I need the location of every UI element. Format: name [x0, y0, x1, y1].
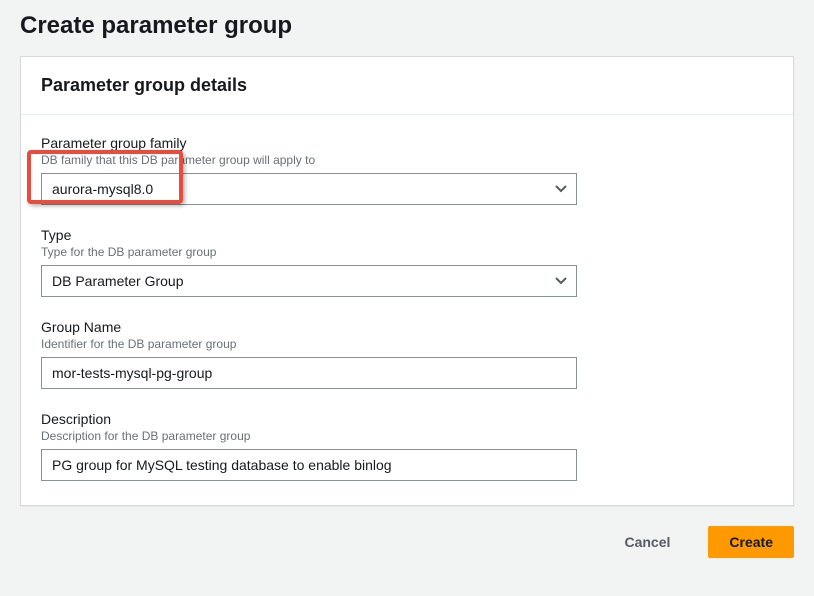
panel-body: Parameter group family DB family that th… [21, 115, 793, 505]
type-hint: Type for the DB parameter group [41, 245, 773, 259]
description-hint: Description for the DB parameter group [41, 429, 773, 443]
type-select[interactable]: DB Parameter Group [41, 265, 577, 297]
group-name-input[interactable] [41, 357, 577, 389]
family-hint: DB family that this DB parameter group w… [41, 153, 773, 167]
type-select-value: DB Parameter Group [52, 273, 184, 289]
description-input[interactable] [41, 449, 577, 481]
family-select-value: aurora-mysql8.0 [52, 181, 153, 197]
parameter-group-panel: Parameter group details Parameter group … [20, 56, 794, 506]
group-name-hint: Identifier for the DB parameter group [41, 337, 773, 351]
field-type: Type Type for the DB parameter group DB … [41, 227, 773, 297]
create-button[interactable]: Create [708, 526, 794, 558]
panel-header: Parameter group details [21, 57, 793, 115]
field-group-name: Group Name Identifier for the DB paramet… [41, 319, 773, 389]
footer-actions: Cancel Create [0, 506, 814, 558]
page-title: Create parameter group [0, 0, 814, 56]
family-select[interactable]: aurora-mysql8.0 [41, 173, 577, 205]
cancel-button[interactable]: Cancel [604, 526, 690, 558]
field-description: Description Description for the DB param… [41, 411, 773, 481]
description-label: Description [41, 411, 773, 427]
group-name-label: Group Name [41, 319, 773, 335]
panel-header-title: Parameter group details [41, 75, 773, 96]
field-parameter-group-family: Parameter group family DB family that th… [41, 135, 773, 205]
family-label: Parameter group family [41, 135, 773, 151]
type-label: Type [41, 227, 773, 243]
